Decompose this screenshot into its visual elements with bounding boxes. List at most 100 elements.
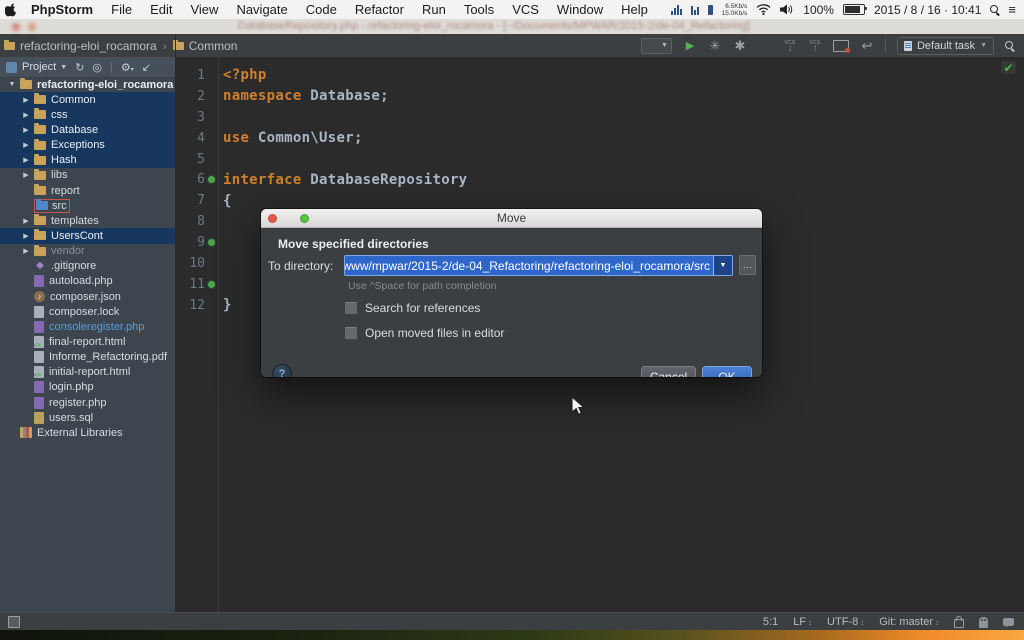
combobox-dropdown-button[interactable]: ▼ — [713, 256, 732, 275]
menu-item-view[interactable]: View — [181, 2, 227, 17]
tree-item-refactoring-eloi-rocamora[interactable]: ▼refactoring-eloi_rocamora — [0, 77, 175, 92]
tree-expand-arrow[interactable]: ▶ — [18, 141, 34, 149]
method-marker-icon[interactable] — [208, 239, 215, 246]
toolwindow-toggle-icon[interactable] — [8, 616, 20, 628]
tree-expand-arrow[interactable]: ▶ — [18, 232, 34, 240]
locate-icon[interactable]: ◎ — [92, 61, 102, 74]
menu-item-navigate[interactable]: Navigate — [227, 2, 296, 17]
notification-center-icon[interactable]: ≡ — [1008, 5, 1016, 15]
apple-menu-icon[interactable] — [0, 3, 22, 17]
volume-icon[interactable] — [780, 4, 794, 15]
window-minimize-blurred[interactable] — [28, 23, 36, 31]
tree-item-register-php[interactable]: register.php — [0, 395, 175, 410]
search-everywhere-button[interactable] — [1005, 41, 1014, 50]
menu-item-tools[interactable]: Tools — [455, 2, 503, 17]
battery-icon[interactable] — [843, 4, 865, 15]
tree-item-final-report-html[interactable]: final-report.html — [0, 334, 175, 349]
status-widget-git-master[interactable]: Git: master↕ — [879, 616, 939, 628]
to-directory-combobox[interactable]: /www/mpwar/2015-2/de-04_Refactoring/refa… — [344, 255, 733, 276]
project-panel-title[interactable]: Project — [22, 61, 56, 73]
gear-icon[interactable]: ⚙▾ — [121, 61, 134, 74]
tree-expand-arrow[interactable]: ▼ — [4, 81, 20, 88]
window-close-blurred[interactable] — [12, 23, 20, 31]
tree-item-vendor[interactable]: ▶vendor — [0, 244, 175, 259]
status-widget-5-1[interactable]: 5:1 — [763, 616, 778, 628]
cancel-button[interactable]: Cancel — [641, 366, 696, 377]
help-button[interactable]: ? — [272, 364, 292, 377]
status-widget-utf-8[interactable]: UTF-8↕ — [827, 616, 864, 628]
tree-expand-arrow[interactable]: ▶ — [18, 171, 34, 179]
undo-button[interactable]: ↩ — [860, 38, 874, 54]
dialog-close-button[interactable] — [268, 214, 277, 223]
menu-item-run[interactable]: Run — [413, 2, 455, 17]
tree-item-src[interactable]: src — [0, 198, 175, 213]
tree-expand-arrow[interactable]: ▶ — [18, 126, 34, 134]
disk-meter-icon[interactable] — [691, 5, 699, 15]
breadcrumb-project[interactable]: refactoring-eloi_rocamora — [0, 39, 161, 53]
incoming-changes-button[interactable] — [833, 40, 849, 52]
tree-expand-arrow[interactable]: ▶ — [18, 96, 34, 104]
task-selector[interactable]: Default task ▼ — [897, 37, 994, 55]
inspection-status-icon[interactable]: ✔ — [1001, 61, 1016, 74]
method-marker-icon[interactable] — [208, 281, 215, 288]
tree-item-login-php[interactable]: login.php — [0, 380, 175, 395]
inspections-hector-icon[interactable] — [979, 617, 988, 628]
breadcrumb-common[interactable]: Common — [169, 39, 242, 53]
status-widget-lf[interactable]: LF↕ — [793, 616, 812, 628]
tree-expand-arrow[interactable]: ▶ — [18, 111, 34, 119]
tree-item-libs[interactable]: ▶libs — [0, 168, 175, 183]
dialog-title-bar[interactable]: Move — [261, 209, 762, 228]
search-for-references-checkbox[interactable] — [344, 301, 358, 315]
code-line-3[interactable]: 3 — [176, 107, 1024, 128]
tree-expand-arrow[interactable]: ▶ — [18, 247, 34, 255]
menu-item-edit[interactable]: Edit — [141, 2, 181, 17]
network-speed-indicator[interactable]: 6.5Kb/s 15.0Kb/s — [722, 3, 748, 17]
method-marker-icon[interactable] — [208, 176, 215, 183]
dialog-zoom-button[interactable] — [300, 214, 309, 223]
tree-expand-arrow[interactable]: ▶ — [18, 156, 34, 164]
tree-item-templates[interactable]: ▶templates — [0, 213, 175, 228]
tree-item-hash[interactable]: ▶Hash — [0, 153, 175, 168]
tree-item-userscont[interactable]: ▶UsersCont — [0, 228, 175, 243]
menu-item-help[interactable]: Help — [612, 2, 657, 17]
vcs-commit-button[interactable]: VCS↑ — [808, 38, 822, 54]
window-title-bar[interactable]: DatabaseRepository.php - refactoring-elo… — [0, 19, 1024, 34]
menu-item-window[interactable]: Window — [548, 2, 612, 17]
tree-item-autoload-php[interactable]: autoload.php — [0, 274, 175, 289]
wifi-icon[interactable] — [756, 4, 771, 15]
debug-button[interactable]: ✳ — [708, 38, 722, 54]
run-configuration-selector[interactable]: ▼ — [641, 38, 672, 54]
open-moved-files-checkbox[interactable] — [344, 326, 358, 340]
spotlight-icon[interactable] — [990, 5, 999, 14]
tree-item-css[interactable]: ▶css — [0, 107, 175, 122]
refresh-icon[interactable]: ↻ — [75, 61, 84, 74]
tree-item-informe-refactoring-pdf[interactable]: Informe_Refactoring.pdf — [0, 350, 175, 365]
cpu-meter-icon[interactable] — [671, 5, 682, 15]
colored-grid-button[interactable] — [758, 38, 772, 54]
browse-button[interactable]: … — [739, 255, 756, 275]
menu-bar-clock[interactable]: 2015 / 8 / 16 · 10:41 — [874, 3, 981, 17]
tree-expand-arrow[interactable]: ▶ — [18, 217, 34, 225]
menu-item-code[interactable]: Code — [297, 2, 346, 17]
code-line-2[interactable]: 2namespace Database; — [176, 86, 1024, 107]
memory-meter-icon[interactable] — [708, 5, 713, 15]
tree-item-gitignore[interactable]: ◆.gitignore — [0, 259, 175, 274]
lock-icon[interactable] — [954, 619, 964, 628]
event-log-icon[interactable] — [1003, 618, 1014, 626]
code-line-6[interactable]: 6interface DatabaseRepository — [176, 169, 1024, 190]
to-directory-value[interactable]: /www/mpwar/2015-2/de-04_Refactoring/refa… — [344, 259, 710, 273]
hide-panel-icon[interactable]: ↙ — [142, 61, 151, 74]
run-button[interactable]: ▶ — [683, 38, 697, 54]
vcs-update-button[interactable]: VCS↓ — [783, 38, 797, 54]
tree-item-external-libraries[interactable]: External Libraries — [0, 425, 175, 440]
tree-item-report[interactable]: report — [0, 183, 175, 198]
tree-item-database[interactable]: ▶Database — [0, 122, 175, 137]
menu-item-phpstorm[interactable]: PhpStorm — [22, 2, 102, 17]
code-line-1[interactable]: 1<?php — [176, 65, 1024, 86]
menu-item-vcs[interactable]: VCS — [503, 2, 548, 17]
coverage-button[interactable]: ✱ — [733, 38, 747, 54]
tree-item-consoleregister-php[interactable]: consoleregister.php — [0, 319, 175, 334]
tree-item-composer-lock[interactable]: composer.lock — [0, 304, 175, 319]
tree-item-composer-json[interactable]: ♪composer.json — [0, 289, 175, 304]
tree-item-users-sql[interactable]: users.sql — [0, 410, 175, 425]
